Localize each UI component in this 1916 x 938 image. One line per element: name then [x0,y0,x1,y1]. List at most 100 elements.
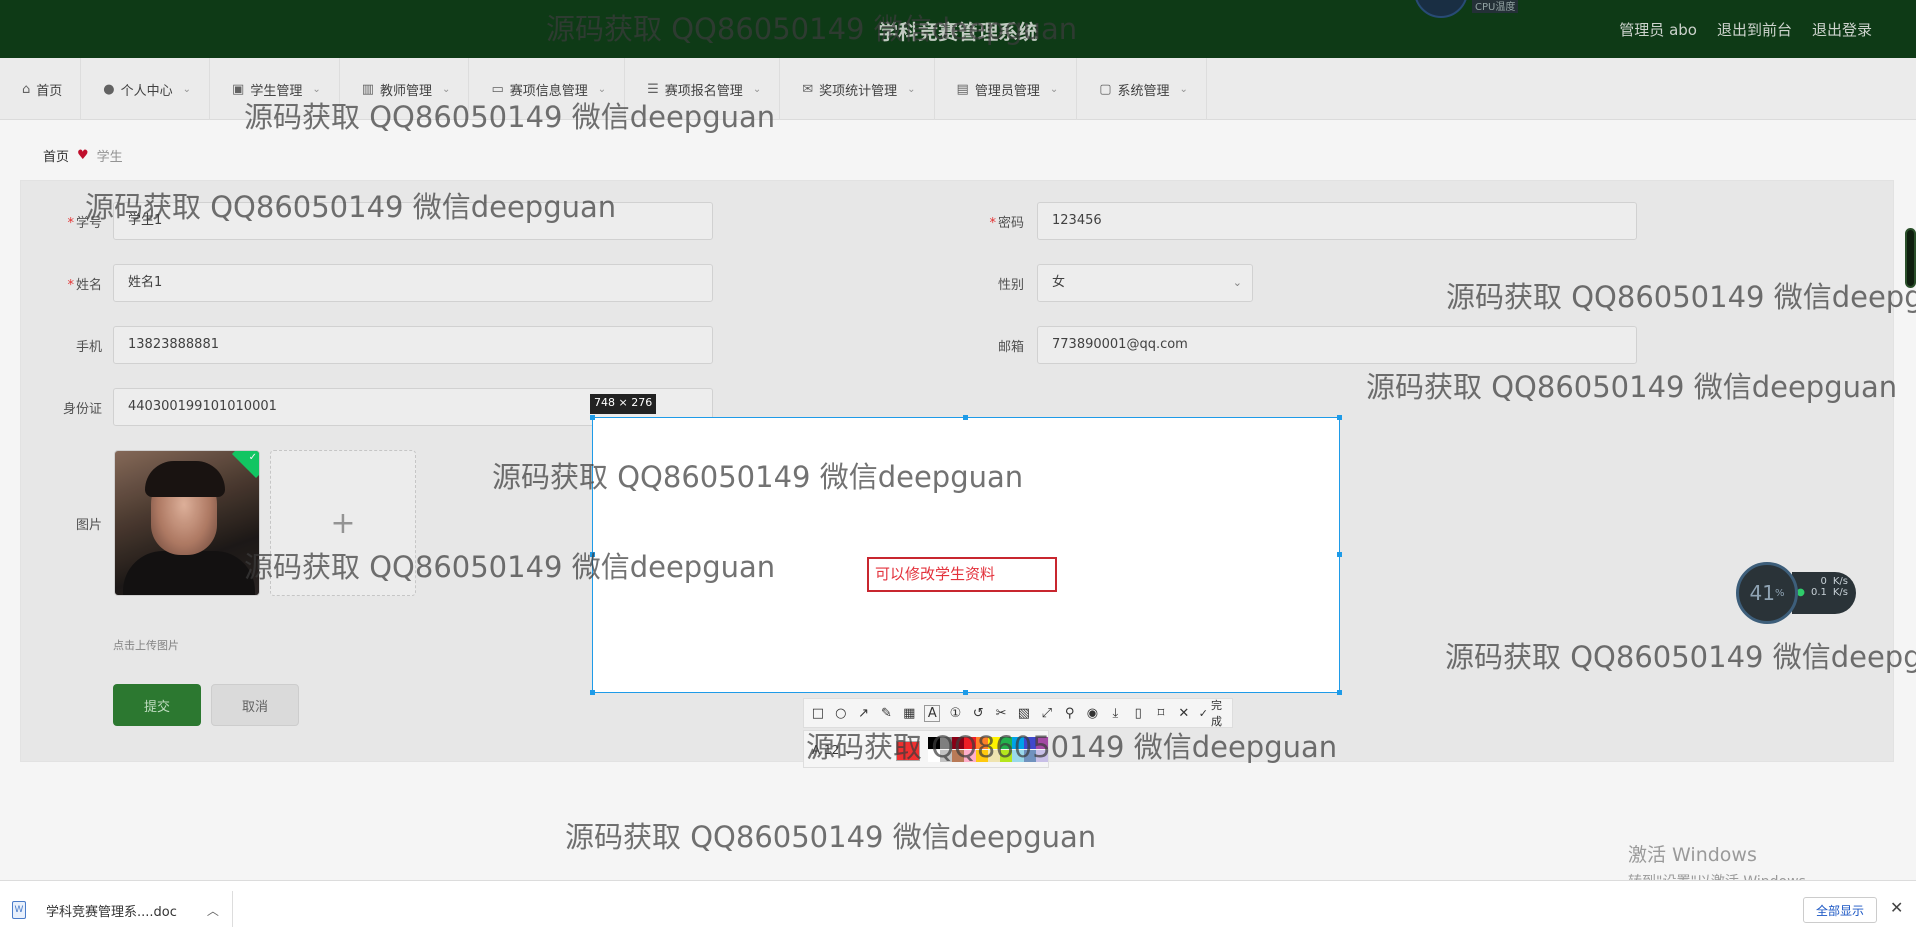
undo-icon[interactable]: ↺ [970,706,986,721]
check-icon: ✓ [248,452,257,463]
doc-file-icon: W [12,901,26,919]
nav-label: 管理员管理 [974,83,1040,99]
download-item[interactable]: W 学科竞赛管理系....doc ︿ [12,896,219,924]
phone-icon[interactable]: ▯ [1130,706,1146,721]
net-up-value: 0 [1820,576,1827,587]
header-links: 管理员 abo 退出到前台 退出登录 [1619,19,1872,40]
admin-user-link[interactable]: 管理员 abo [1619,19,1697,40]
page: CPU温度 学科竞赛管理系统 管理员 abo 退出到前台 退出登录 ⌂ 首页 ● 个… [0,0,1916,938]
arrow-tool-icon[interactable]: ↗ [856,706,872,721]
phone-input[interactable]: 13823888881 [113,326,713,364]
nav-label: 首页 [36,83,63,99]
close-icon[interactable]: ✕ [1176,706,1192,721]
rectangle-tool-icon[interactable]: □ [810,706,826,721]
net-unit: K/s [1832,576,1848,587]
resize-handle[interactable] [590,415,595,420]
nav-label: 个人中心 [120,83,173,99]
pin-icon[interactable]: ⚲ [1062,706,1078,721]
nav-personal-center[interactable]: ● 个人中心 ⌄ [81,58,211,120]
nav-award-stats[interactable]: ✉ 奖项统计管理 ⌄ [780,58,935,120]
network-speed-widget: 0 K/s ● 0.1 K/s [1792,572,1856,614]
chevron-down-icon: ⌄ [312,83,321,95]
resize-handle[interactable] [1337,552,1342,557]
breadcrumb-home[interactable]: 首页 [43,146,69,165]
user-icon: ● [103,81,115,97]
email-label: 邮箱 [997,340,1024,355]
breadcrumb-current: 学生 [96,150,123,165]
password-input[interactable]: 123456 [1037,202,1637,240]
name-input[interactable]: 姓名1 [113,264,713,302]
pen-tool-icon[interactable]: ✎ [879,706,895,721]
mosaic-tool-icon[interactable]: ▦ [901,706,917,721]
photo-body-shape [123,551,255,595]
text-tool-icon[interactable]: A [924,704,941,722]
watermark: 源码获取 QQ86050149 微信deepguan [565,820,1097,854]
memory-gauge[interactable]: 41% [1736,562,1798,624]
watermark: 源码获取 QQ86050149 微信deepguan [1366,370,1898,404]
watermark: 源码获取 QQ86050149 微信deepguan [244,100,776,134]
resize-handle[interactable] [590,690,595,695]
activate-title: 激活 Windows [1628,844,1757,866]
net-down-value: 0.1 [1810,587,1827,598]
chevron-down-icon: ⌄ [907,83,916,95]
download-bar: W 学科竞赛管理系....doc ︿ [0,880,1916,938]
nav-admin-management[interactable]: ▤ 管理员管理 ⌄ [935,58,1078,120]
download-filename: 学科竞赛管理系....doc [46,904,177,920]
watermark: 源码获取 QQ86050149 微信deepguan [1445,640,1916,674]
ellipse-tool-icon[interactable]: ○ [833,706,849,721]
chevron-up-icon[interactable]: ︿ [207,902,219,919]
id-card-icon: ▣ [232,81,245,97]
heart-icon: ♥ [77,148,89,163]
resize-handle[interactable] [963,415,968,420]
download-icon[interactable]: ⤓ [1107,706,1123,721]
phone-label: 手机 [75,340,102,355]
gauge-value: 41 [1749,581,1775,605]
chevron-down-icon: ⌄ [1179,83,1188,95]
record-icon[interactable]: ◉ [1085,706,1101,721]
annotation-textbox[interactable]: 可以修改学生资料 [867,557,1057,592]
show-all-downloads-button[interactable]: 全部显示 [1803,897,1878,923]
nav-home[interactable]: ⌂ 首页 [0,58,82,120]
net-unit: K/s [1832,587,1848,598]
upload-hint: 点击上传图片 [113,639,179,652]
resize-handle[interactable] [963,690,968,695]
gender-select[interactable]: 女 ⌄ [1037,264,1253,302]
resize-handle[interactable] [1337,690,1342,695]
logout-link[interactable]: 退出登录 [1812,19,1872,40]
capture-size-label: 748 × 276 [590,394,657,414]
nav-system-management[interactable]: ▢ 系统管理 ⌄ [1077,58,1207,120]
exit-to-frontend-link[interactable]: 退出到前台 [1717,19,1792,40]
chevron-down-icon: ⌄ [182,83,192,95]
chevron-down-icon: ⌄ [1049,83,1059,95]
id-card-label: 身份证 [62,402,102,417]
close-icon[interactable]: ✕ [1890,898,1903,917]
email-input[interactable]: 773890001@qq.com [1037,326,1637,364]
cpu-label: CPU温度 [1472,0,1519,13]
bookmark-icon[interactable]: ⌑ [1153,706,1169,721]
breadcrumb: 首页 ♥ 学生 [43,146,123,165]
number-tool-icon[interactable]: ① [947,706,963,721]
watermark: 源码获取 QQ86050149 微信deepguan [1446,280,1916,314]
nav-label: 奖项统计管理 [819,83,898,99]
watermark: 源码获取 QQ86050149 微信deepguan [85,190,617,224]
books-icon: ▤ [956,81,969,97]
cut-icon[interactable]: ✂ [993,706,1009,721]
gender-value: 女 [1052,275,1066,290]
chevron-down-icon: ⌄ [442,83,451,95]
photo-label: 图片 [75,518,102,533]
chevron-down-icon: ⌄ [1232,276,1242,289]
ocr-icon[interactable]: ▧ [1016,706,1032,721]
chevron-down-icon: ⌄ [597,83,607,95]
photo-hair-shape [145,461,225,497]
name-label: * 姓名 [67,278,102,293]
student-photo[interactable]: ✓ [114,450,260,596]
password-label: * 密码 [989,216,1024,231]
submit-button[interactable]: 提交 [113,684,201,726]
gender-label: 性别 [997,278,1024,293]
check-icon: ✓ [1198,706,1208,720]
watermark: 源码获取 QQ86050149 微信deepguan [244,550,776,584]
resize-handle[interactable] [1337,415,1342,420]
cancel-button[interactable]: 取消 [211,684,299,726]
watermark: 源码获取 QQ86050149 微信deepguan [806,730,1338,764]
expand-icon[interactable]: ⤢ [1039,706,1055,721]
